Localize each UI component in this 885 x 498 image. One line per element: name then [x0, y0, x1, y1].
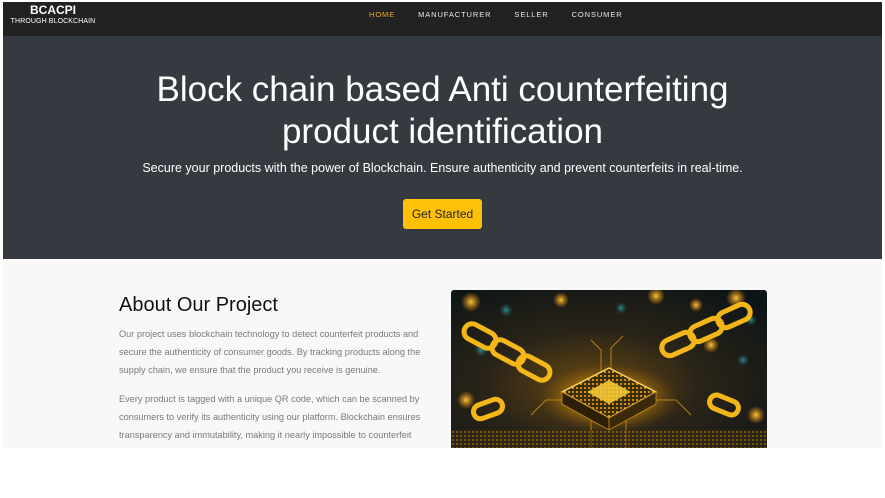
about-paragraph-1: Our project uses blockchain technology t…: [119, 329, 421, 375]
nav-seller[interactable]: SELLER: [514, 10, 548, 19]
get-started-button[interactable]: Get Started: [403, 199, 482, 229]
nav-home[interactable]: HOME: [369, 10, 395, 19]
hero-title-line2: product identification: [281, 112, 604, 151]
page: BCACPI THROUGH BLOCKCHAIN HOME MANUFACTU…: [3, 2, 882, 448]
about-paragraph-2: Every product is tagged with a unique QR…: [119, 394, 421, 440]
navbar: BCACPI THROUGH BLOCKCHAIN HOME MANUFACTU…: [3, 2, 882, 36]
nav-manufacturer[interactable]: MANUFACTURER: [418, 10, 491, 19]
hero-subtitle: Secure your products with the power of B…: [142, 161, 743, 175]
about-title: About Our Project: [119, 294, 278, 316]
hero-section: Block chain based Anti counterfeiting pr…: [3, 36, 882, 259]
nav-consumer[interactable]: CONSUMER: [572, 10, 623, 19]
hero-title-line1: Block chain based Anti counterfeiting: [156, 70, 729, 109]
brand-logo[interactable]: BCACPI THROUGH BLOCKCHAIN: [7, 4, 99, 25]
brand-title: BCACPI: [29, 3, 76, 17]
nav-links: HOME MANUFACTURER SELLER CONSUMER: [369, 2, 646, 26]
blockchain-chip-image: [451, 290, 767, 448]
brand-subtitle: THROUGH BLOCKCHAIN: [10, 18, 96, 25]
hero-title: Block chain based Anti counterfeiting pr…: [3, 69, 882, 153]
